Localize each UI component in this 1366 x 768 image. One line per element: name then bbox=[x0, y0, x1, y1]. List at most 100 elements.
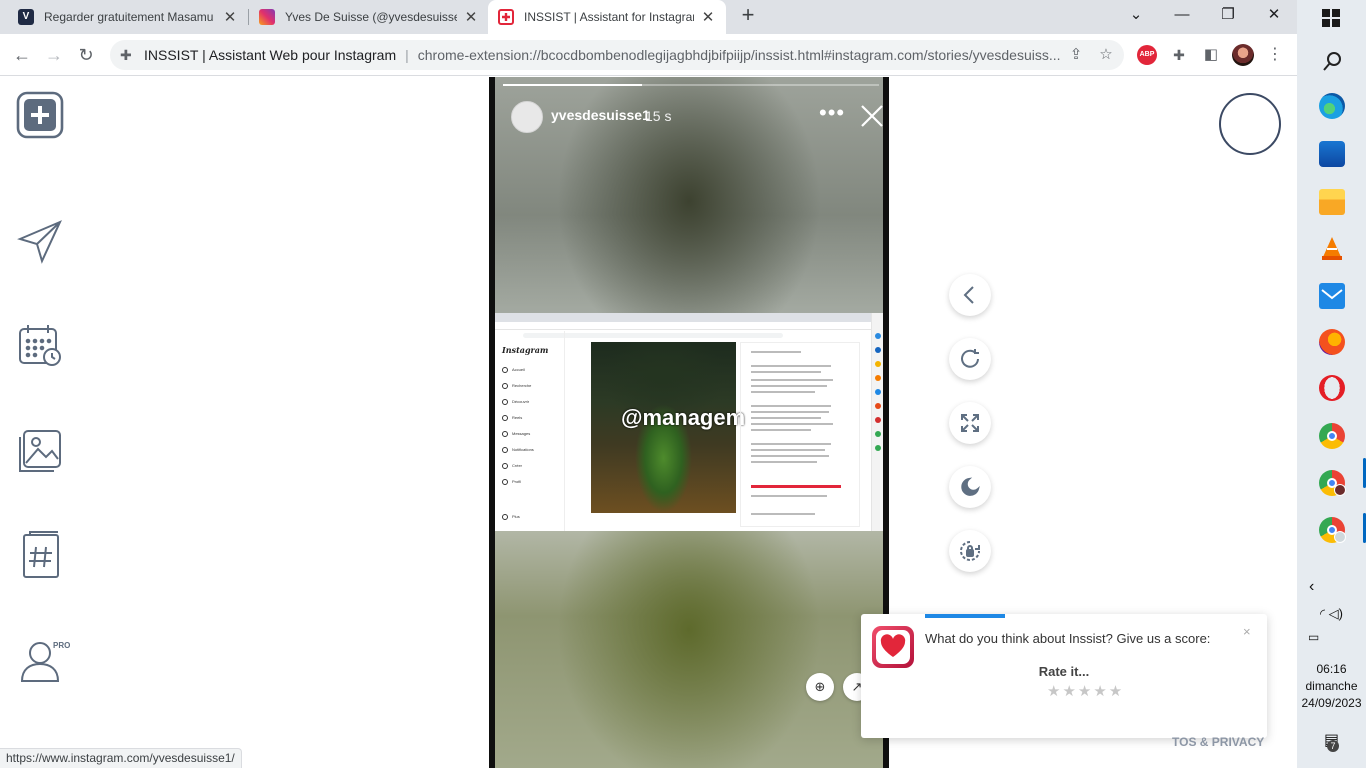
tray-expand-chevron-icon[interactable]: ‹ bbox=[1309, 578, 1366, 596]
add-post-icon[interactable] bbox=[16, 91, 64, 139]
direct-message-icon[interactable] bbox=[16, 217, 64, 265]
address-url[interactable]: chrome-extension://bcocdbombenodlegijagb… bbox=[418, 47, 1068, 63]
shot-caption-line bbox=[751, 385, 827, 387]
tab-search-chevron-icon[interactable]: ⌄ bbox=[1113, 0, 1159, 34]
shot-caption-line bbox=[751, 405, 831, 407]
close-tab-icon[interactable]: ✕ bbox=[463, 8, 479, 26]
shot-caption-line bbox=[751, 351, 801, 353]
edge-browser-icon[interactable] bbox=[1319, 93, 1345, 119]
status-bar-url: https://www.instagram.com/yvesdesuisse1/ bbox=[0, 748, 242, 768]
pro-badge: PRO bbox=[53, 641, 71, 650]
shot-edge-icon bbox=[875, 333, 881, 339]
rating-progress-bar bbox=[925, 614, 1005, 618]
story-progress-fill bbox=[503, 84, 643, 86]
chrome-icon[interactable] bbox=[1319, 423, 1345, 449]
chrome-profile-icon[interactable] bbox=[1319, 470, 1346, 496]
shot-caption-line bbox=[751, 429, 811, 431]
previous-story-button[interactable] bbox=[949, 274, 991, 316]
shot-caption-line bbox=[751, 371, 821, 373]
story-progress-bar bbox=[503, 84, 879, 86]
add-to-story-icon[interactable]: ⊕ bbox=[806, 673, 834, 701]
dark-mode-toggle[interactable] bbox=[949, 466, 991, 508]
side-panel-icon[interactable]: ◧ bbox=[1200, 44, 1222, 66]
inssist-page: PRO yvesdesuisse1 15 s ••• Instagram Acc… bbox=[0, 77, 1297, 768]
firefox-icon[interactable] bbox=[1319, 329, 1345, 355]
shot-caption-line bbox=[751, 391, 815, 393]
rating-question: What do you think about Inssist? Give us… bbox=[925, 631, 1211, 646]
tab-masamu[interactable]: V Regarder gratuitement Masamu ✕ bbox=[8, 0, 248, 34]
rating-stars[interactable]: ★★★★★ bbox=[1047, 682, 1124, 700]
shot-chrome-icon bbox=[875, 431, 881, 437]
hashtag-book-icon[interactable] bbox=[16, 531, 64, 579]
clock-day[interactable]: dimanche bbox=[1297, 679, 1366, 693]
story-username[interactable]: yvesdesuisse1 bbox=[551, 107, 650, 123]
shot-menu-item: Notifications bbox=[502, 447, 534, 453]
search-icon[interactable] bbox=[1319, 49, 1345, 75]
shot-caption-line bbox=[751, 411, 829, 413]
shot-menu-item: Accueil bbox=[502, 367, 525, 373]
ghost-mode-button[interactable] bbox=[949, 530, 991, 572]
address-bar[interactable]: ✚ INSSIST | Assistant Web pour Instagram… bbox=[110, 40, 1124, 70]
shot-like-row bbox=[751, 485, 841, 488]
site-favicon-icon: V bbox=[18, 9, 34, 25]
shot-menu-item: Reels bbox=[502, 415, 522, 421]
shot-menu-item: Créer bbox=[502, 463, 522, 469]
fullscreen-button[interactable] bbox=[949, 402, 991, 444]
shot-caption-line bbox=[751, 379, 833, 381]
extension-name: INSSIST | Assistant Web pour Instagram bbox=[144, 47, 397, 63]
mail-icon[interactable] bbox=[1319, 283, 1345, 309]
chrome-profile-icon[interactable] bbox=[1319, 517, 1346, 543]
shot-menu-item: Recherche bbox=[502, 383, 531, 389]
minimize-button[interactable]: — bbox=[1159, 0, 1205, 34]
opera-icon[interactable] bbox=[1319, 375, 1345, 401]
story-more-options-button[interactable]: ••• bbox=[819, 100, 845, 126]
battery-icon[interactable]: ▭ bbox=[1308, 630, 1366, 644]
clock-date[interactable]: 24/09/2023 bbox=[1297, 696, 1366, 710]
shot-caption-line bbox=[751, 455, 829, 457]
shot-caption-line bbox=[751, 443, 831, 445]
close-tab-icon[interactable]: ✕ bbox=[700, 8, 716, 26]
windows-start-icon[interactable] bbox=[1322, 9, 1340, 27]
reload-button[interactable]: ↻ bbox=[73, 42, 99, 68]
tab-instagram[interactable]: Yves De Suisse (@yvesdesuisse1 ✕ bbox=[249, 0, 489, 34]
profile-avatar[interactable] bbox=[1232, 44, 1254, 66]
tab-inssist[interactable]: INSSIST | Assistant for Instagram ✕ bbox=[488, 0, 726, 34]
shot-mail-icon bbox=[875, 389, 881, 395]
menu-kebab-icon[interactable]: ⋮ bbox=[1264, 44, 1286, 66]
shot-vlc-icon bbox=[875, 375, 881, 381]
vlc-icon[interactable] bbox=[1319, 235, 1345, 261]
story-close-icon[interactable] bbox=[859, 103, 883, 129]
new-tab-button[interactable]: + bbox=[736, 4, 760, 28]
address-separator: | bbox=[405, 47, 409, 63]
forward-button[interactable]: → bbox=[41, 42, 67, 68]
microsoft-store-icon[interactable] bbox=[1319, 141, 1345, 167]
extensions-puzzle-icon[interactable]: ✚ bbox=[1168, 44, 1190, 66]
extension-puzzle-icon: ✚ bbox=[120, 46, 132, 63]
schedule-calendar-icon[interactable] bbox=[16, 321, 64, 369]
shot-tabbar bbox=[495, 313, 883, 322]
rating-close-icon[interactable]: × bbox=[1243, 624, 1251, 639]
close-window-button[interactable]: ✕ bbox=[1251, 0, 1297, 34]
user-avatar-circle[interactable] bbox=[1219, 93, 1281, 155]
shot-post-caption bbox=[740, 342, 860, 527]
clock-time[interactable]: 06:16 bbox=[1297, 662, 1366, 676]
restore-button[interactable]: ❐ bbox=[1205, 0, 1251, 34]
share-icon[interactable]: ⇪ bbox=[1066, 45, 1086, 65]
profile-badge-avatar bbox=[1334, 484, 1346, 496]
heart-logo-icon bbox=[872, 626, 914, 668]
shot-caption-line bbox=[751, 513, 815, 515]
adblock-plus-icon[interactable]: ABP bbox=[1137, 45, 1157, 65]
bookmark-star-icon[interactable]: ☆ bbox=[1096, 45, 1116, 65]
shot-chrome-icon bbox=[875, 445, 881, 451]
refresh-icon bbox=[961, 349, 979, 368]
story-user-avatar[interactable] bbox=[511, 101, 543, 133]
close-tab-icon[interactable]: ✕ bbox=[222, 8, 238, 26]
back-button[interactable]: ← bbox=[9, 42, 35, 68]
network-volume-icon[interactable]: ◜ ◁) bbox=[1297, 606, 1366, 622]
moon-icon bbox=[961, 477, 980, 496]
media-gallery-icon[interactable] bbox=[16, 427, 64, 475]
file-explorer-icon[interactable] bbox=[1319, 189, 1345, 215]
reload-story-button[interactable] bbox=[949, 338, 991, 380]
tos-privacy-link[interactable]: TOS & PRIVACY bbox=[1172, 735, 1264, 749]
story-frame: yvesdesuisse1 15 s ••• Instagram Accueil… bbox=[495, 77, 883, 768]
